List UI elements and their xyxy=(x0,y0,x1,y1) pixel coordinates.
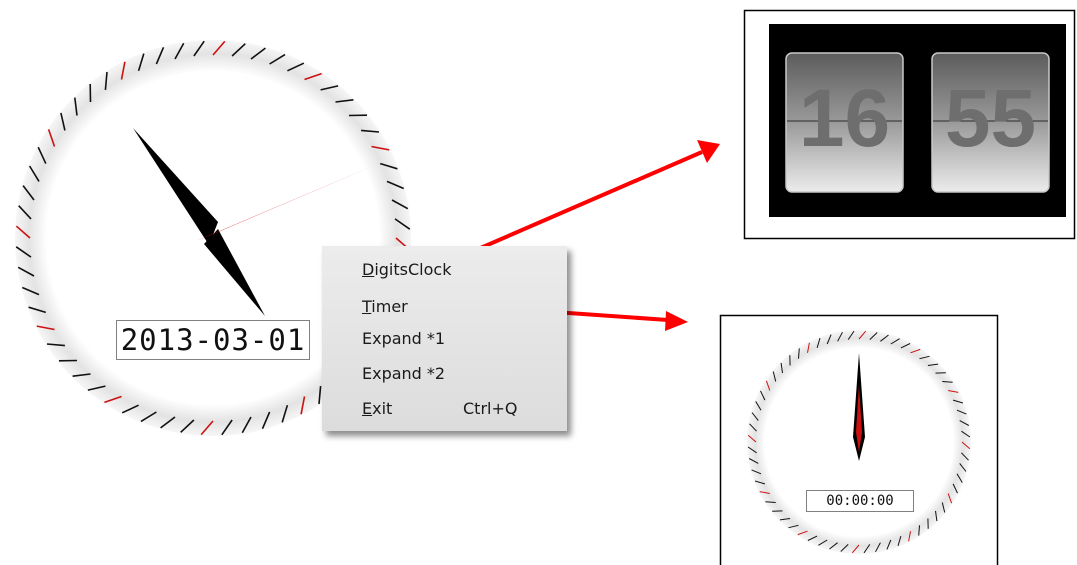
arrow-to-digits-clock xyxy=(461,150,703,258)
menu-item-exit[interactable]: Exit Ctrl+Q xyxy=(362,399,542,418)
menu-item-label-rest: imer xyxy=(371,297,408,316)
context-menu: DigitsClock Timer Expand *1 Expand *2 Ex… xyxy=(322,246,567,431)
menu-item-accel: D xyxy=(362,260,375,279)
digits-hours: 16 xyxy=(798,73,891,164)
date-display: 2013-03-01 xyxy=(116,320,310,360)
menu-item-label: Expand *2 xyxy=(362,364,446,383)
menu-item-label-rest: igitsClock xyxy=(374,260,452,279)
timer-display: 00:00:00 xyxy=(806,490,914,512)
menu-item-shortcut: Ctrl+Q xyxy=(463,399,518,418)
arrow-head-timer xyxy=(665,311,688,331)
menu-item-label: Expand *1 xyxy=(362,329,446,348)
menu-item-expand-2[interactable]: Expand *2 xyxy=(362,364,445,383)
digits-minutes: 55 xyxy=(944,73,1037,164)
menu-item-label-rest: xit xyxy=(372,399,393,418)
menu-item-accel: T xyxy=(362,297,372,316)
menu-item-timer[interactable]: Timer xyxy=(362,297,408,316)
menu-item-digitsclock[interactable]: DigitsClock xyxy=(362,260,451,279)
menu-item-accel: E xyxy=(362,399,373,418)
timer-preview xyxy=(719,314,999,565)
menu-item-expand-1[interactable]: Expand *1 xyxy=(362,329,445,348)
